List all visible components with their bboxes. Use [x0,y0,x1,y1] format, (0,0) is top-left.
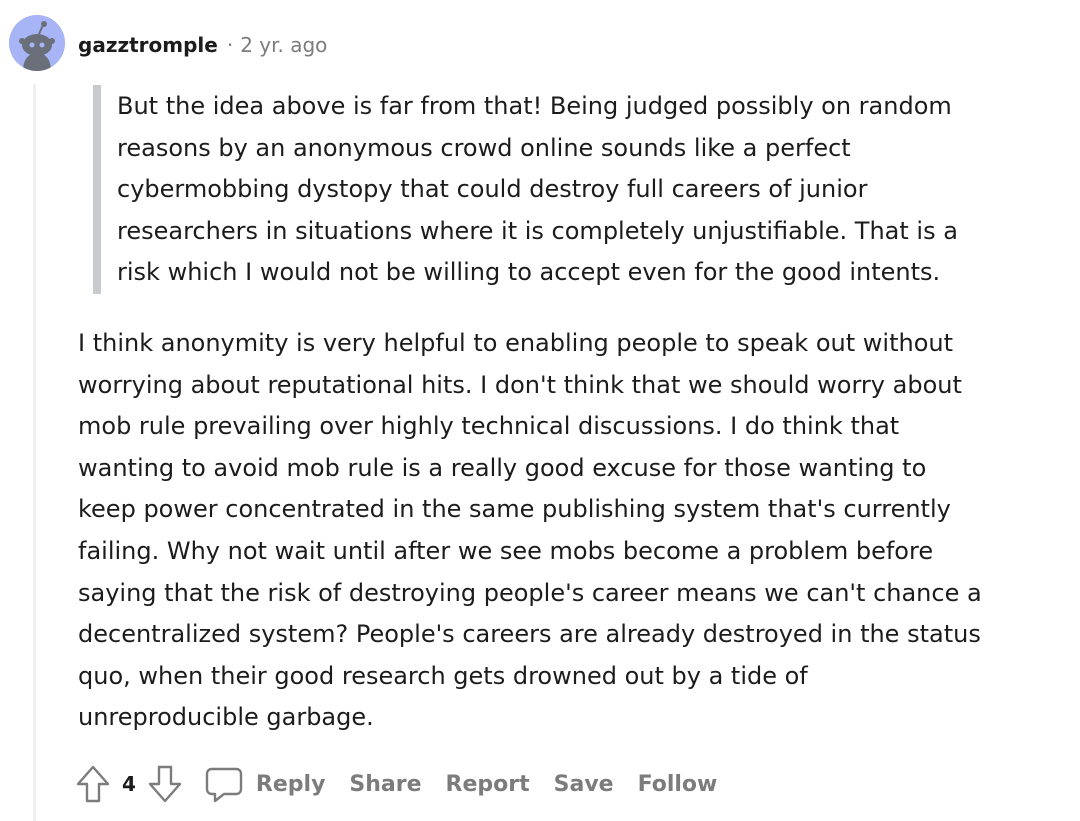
comment-body: I think anonymity is very helpful to ena… [78,329,982,732]
timestamp[interactable]: 2 yr. ago [240,33,327,57]
comment-header: gazztromple · 2 yr. ago [78,31,327,59]
save-button[interactable]: Save [554,772,614,797]
reply-button[interactable]: Reply [256,772,326,797]
report-button[interactable]: Report [446,772,530,797]
reply-icon-button[interactable] [204,764,244,804]
quote-block: But the idea above is far from that! Bei… [93,85,1053,294]
upvote-arrow-icon [76,765,110,803]
downvote-button[interactable] [146,764,184,804]
share-button[interactable]: Share [349,772,421,797]
snoo-avatar-icon [9,15,65,71]
user-avatar[interactable] [9,15,65,71]
quote-text: But the idea above is far from that! Bei… [117,92,958,287]
follow-button[interactable]: Follow [638,772,718,797]
separator-dot: · [226,33,234,57]
upvote-button[interactable] [74,764,112,804]
vote-count: 4 [122,772,136,796]
comment-bubble-icon [205,767,243,803]
username[interactable]: gazztromple [78,33,218,57]
comment-actions: 4 Reply Share Report Save Follow [74,762,741,806]
downvote-arrow-icon [148,765,182,803]
thread-line[interactable] [33,84,36,821]
